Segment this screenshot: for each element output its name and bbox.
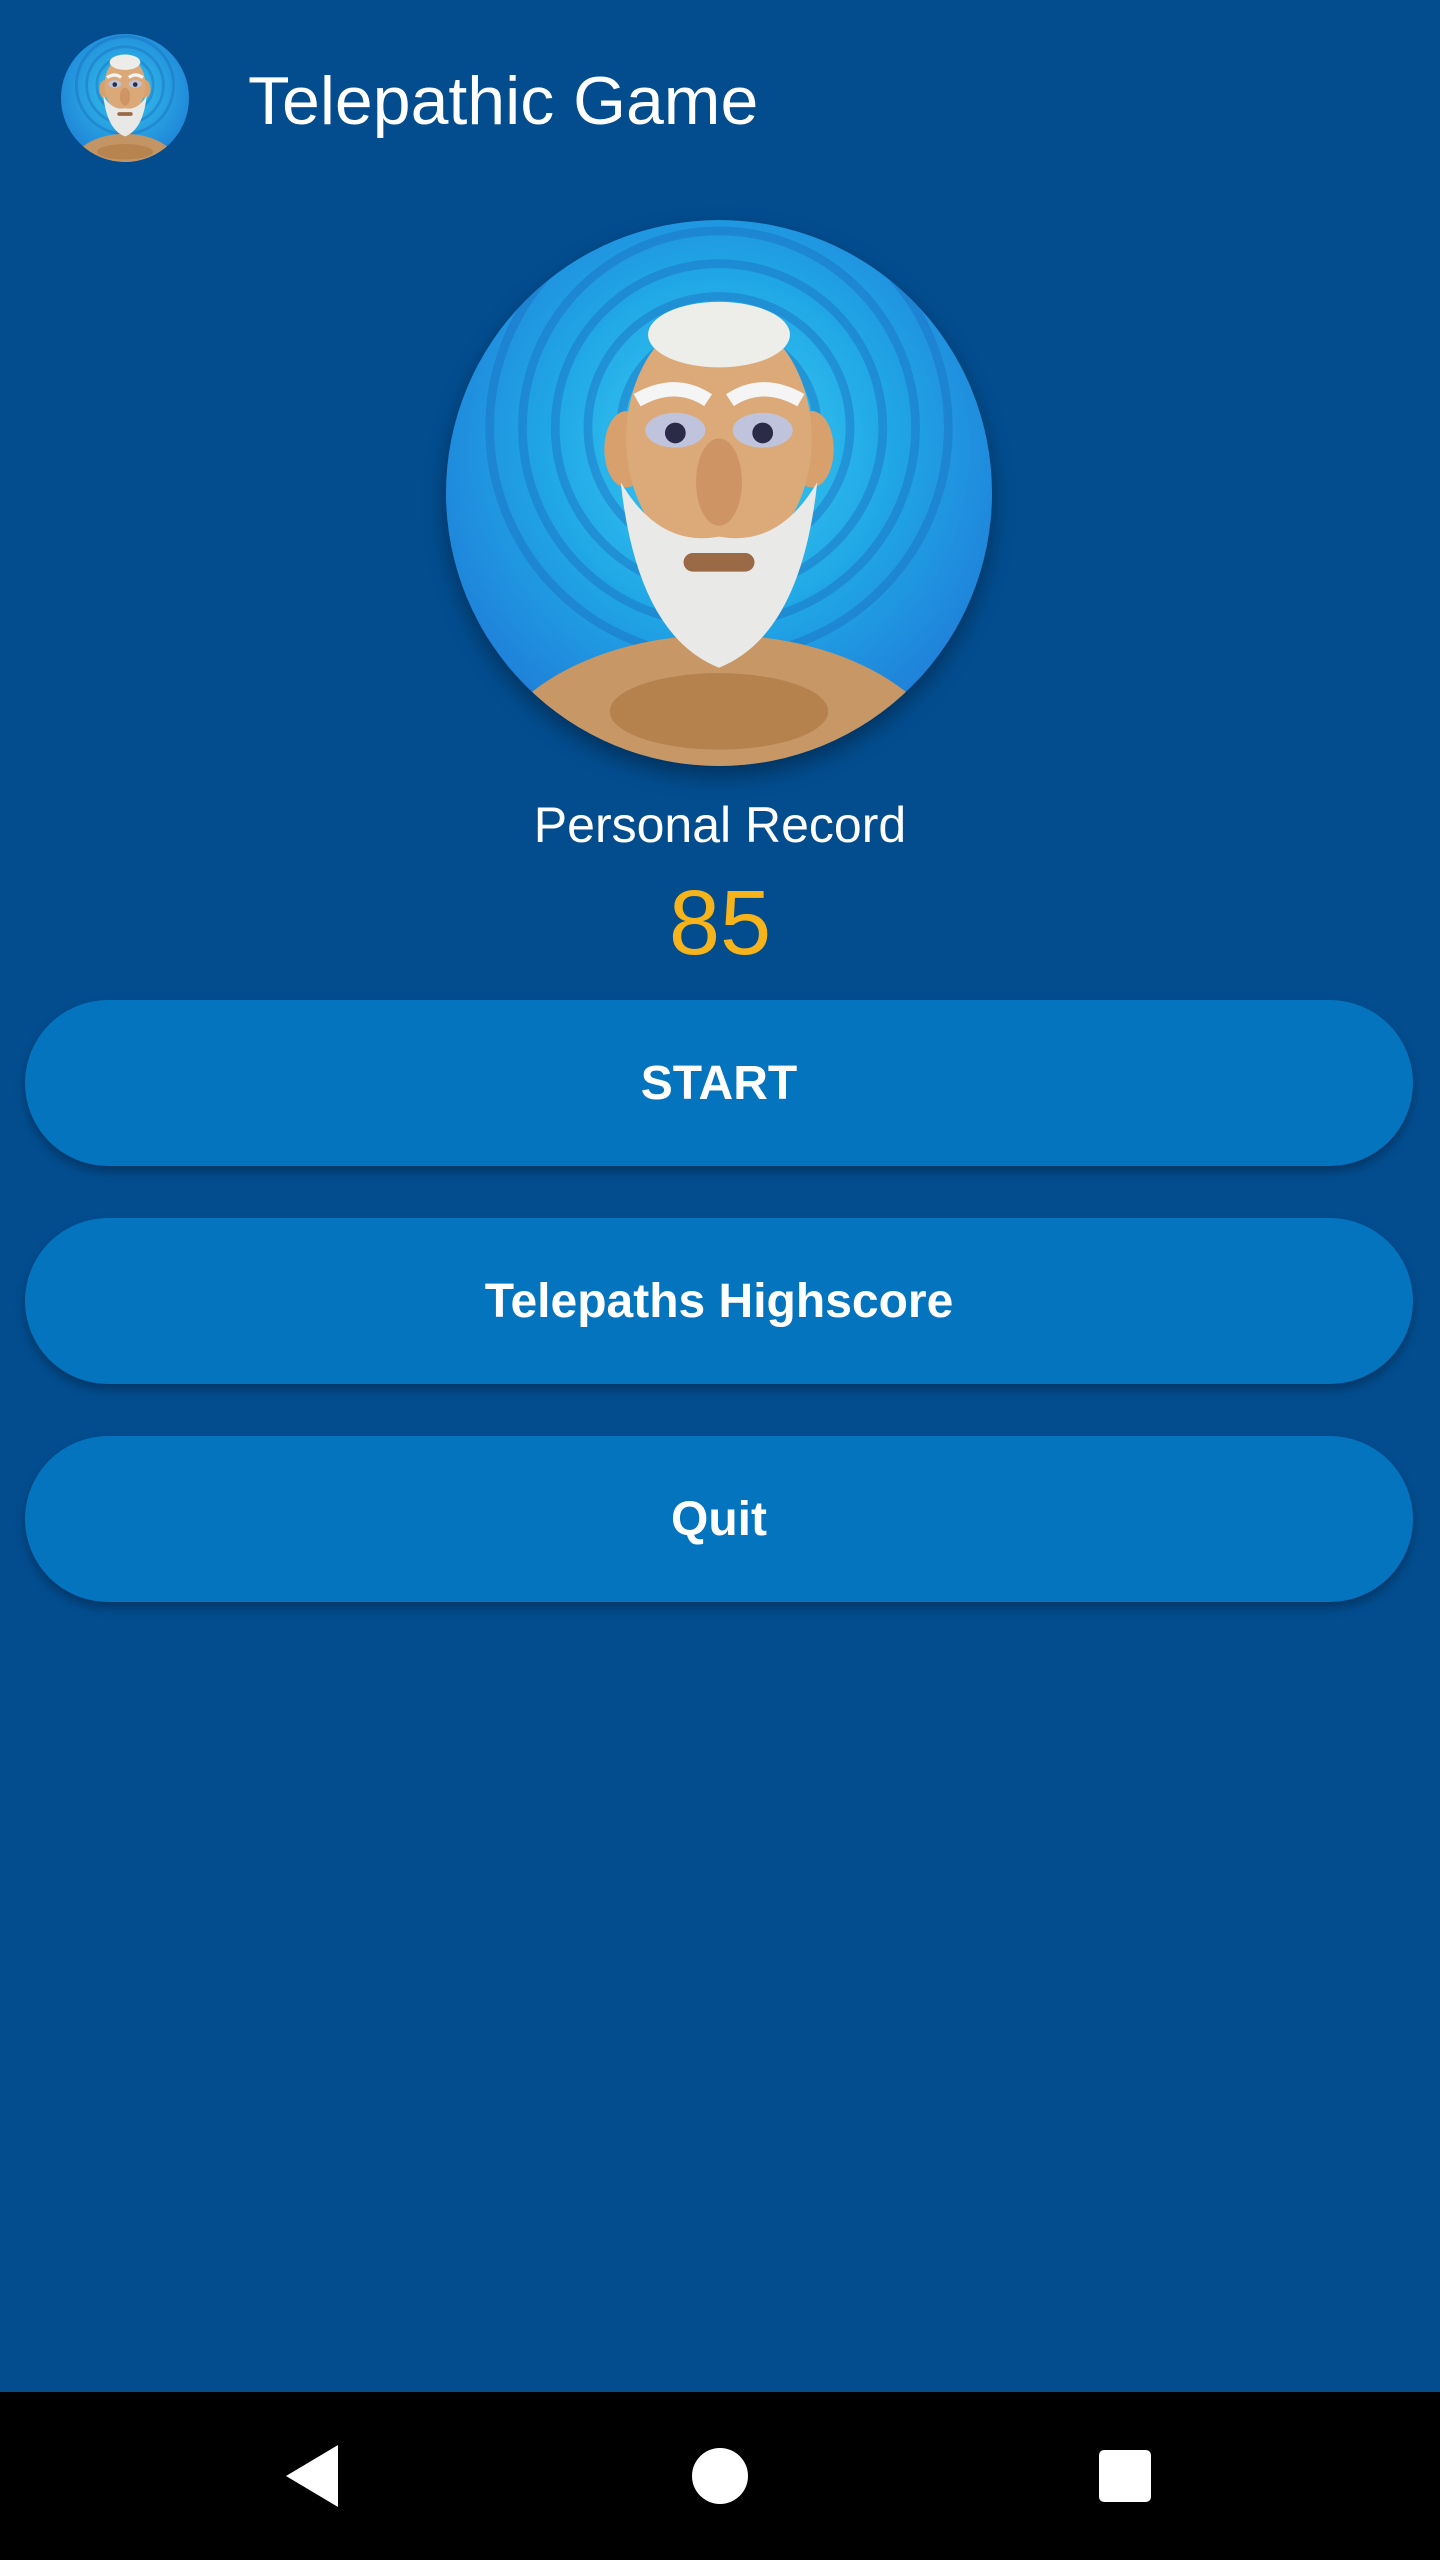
highscore-button[interactable]: Telepaths Highscore (25, 1218, 1413, 1384)
app-bar: Telepathic Game (0, 0, 1440, 200)
telepath-avatar-icon (61, 34, 189, 162)
recents-square-icon (1099, 2450, 1151, 2502)
home-circle-icon (692, 2448, 748, 2504)
quit-button[interactable]: Quit (25, 1436, 1413, 1602)
telepath-avatar-icon (446, 220, 992, 766)
back-button[interactable] (232, 2392, 400, 2560)
recents-button[interactable] (1041, 2392, 1209, 2560)
app-title: Telepathic Game (248, 63, 759, 139)
start-button[interactable]: START (25, 1000, 1413, 1166)
personal-record-value: 85 (668, 872, 772, 974)
back-triangle-icon (286, 2445, 338, 2507)
system-navigation-bar (0, 2392, 1440, 2560)
personal-record-label: Personal Record (533, 797, 907, 853)
home-button[interactable] (636, 2392, 804, 2560)
